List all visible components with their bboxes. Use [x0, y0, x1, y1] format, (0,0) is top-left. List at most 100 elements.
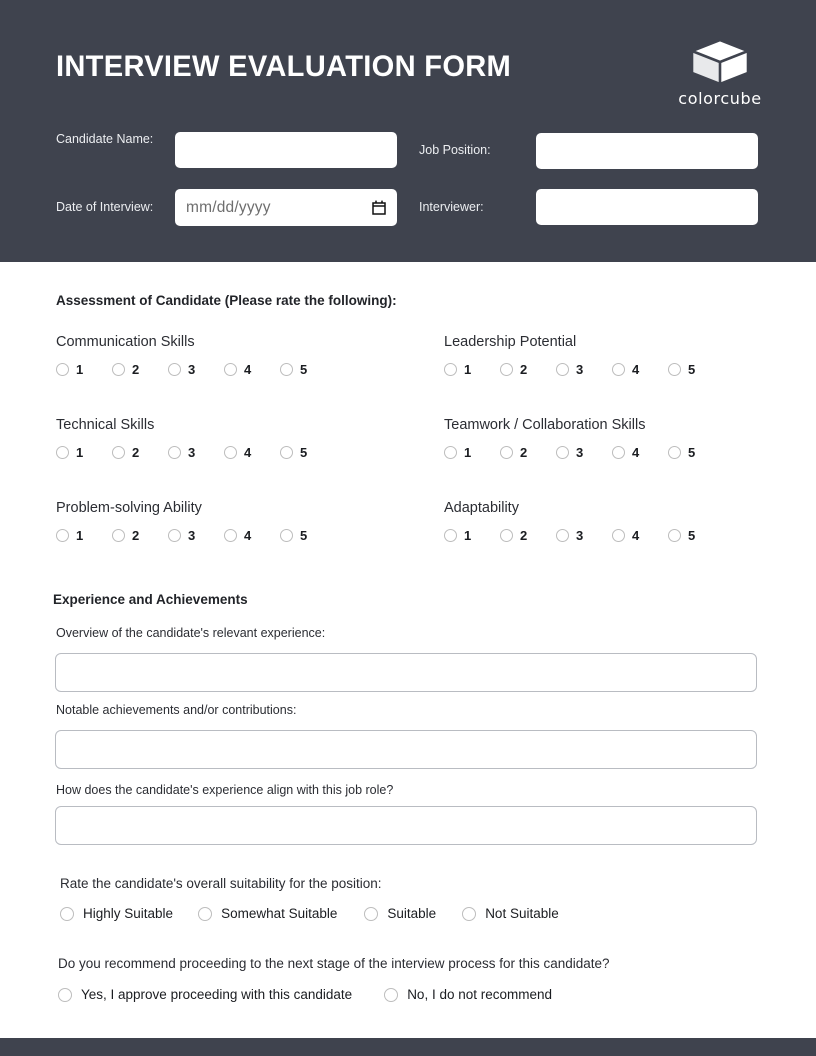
radio-icon[interactable]	[444, 363, 457, 376]
choice-option[interactable]: Yes, I approve proceeding with this cand…	[58, 987, 352, 1002]
rating-option[interactable]: 4	[612, 445, 668, 460]
rating-option[interactable]: 2	[500, 528, 556, 543]
rating-option-label: 3	[576, 528, 584, 543]
rating-option-label: 4	[632, 445, 640, 460]
rating-group: Communication Skills 1 2 3 4 5	[56, 334, 336, 377]
radio-icon[interactable]	[280, 446, 293, 459]
rating-option[interactable]: 1	[56, 362, 112, 377]
radio-icon[interactable]	[224, 529, 237, 542]
radio-icon[interactable]	[280, 363, 293, 376]
radio-icon[interactable]	[500, 446, 513, 459]
rating-option-label: 5	[300, 528, 308, 543]
radio-icon[interactable]	[56, 363, 69, 376]
calendar-icon[interactable]	[372, 200, 386, 215]
rating-option[interactable]: 3	[168, 362, 224, 377]
radio-icon[interactable]	[56, 529, 69, 542]
rating-option[interactable]: 5	[668, 528, 724, 543]
radio-icon[interactable]	[364, 906, 379, 921]
rating-option[interactable]: 3	[556, 362, 612, 377]
radio-icon[interactable]	[556, 446, 569, 459]
candidate-name-label: Candidate Name:	[56, 132, 154, 146]
rating-option[interactable]: 2	[112, 362, 168, 377]
rating-option[interactable]: 2	[112, 445, 168, 460]
rating-option[interactable]: 5	[668, 362, 724, 377]
rating-option-label: 5	[688, 528, 696, 543]
radio-icon[interactable]	[462, 906, 477, 921]
rating-option[interactable]: 4	[612, 362, 668, 377]
rating-option[interactable]: 4	[224, 362, 280, 377]
choice-option[interactable]: Highly Suitable	[60, 906, 173, 921]
radio-icon[interactable]	[500, 529, 513, 542]
rating-option[interactable]: 2	[112, 528, 168, 543]
rating-option-label: 3	[188, 528, 196, 543]
rating-option[interactable]: 2	[500, 445, 556, 460]
radio-icon[interactable]	[112, 446, 125, 459]
recommendation-question: Do you recommend proceeding to the next …	[58, 956, 610, 971]
rating-option-label: 1	[76, 528, 84, 543]
radio-icon[interactable]	[168, 363, 181, 376]
choice-option-label: Yes, I approve proceeding with this cand…	[81, 987, 353, 1002]
rating-option[interactable]: 1	[444, 528, 500, 543]
rating-option[interactable]: 4	[612, 528, 668, 543]
radio-icon[interactable]	[112, 529, 125, 542]
rating-group: Technical Skills 1 2 3 4 5	[56, 417, 336, 460]
radio-icon[interactable]	[556, 529, 569, 542]
rating-option[interactable]: 4	[224, 445, 280, 460]
rating-option[interactable]: 4	[224, 528, 280, 543]
radio-icon[interactable]	[612, 363, 625, 376]
rating-group-title: Communication Skills	[56, 334, 195, 350]
rating-option[interactable]: 3	[556, 445, 612, 460]
rating-option[interactable]: 2	[500, 362, 556, 377]
rating-option[interactable]: 1	[444, 362, 500, 377]
rating-option[interactable]: 1	[56, 528, 112, 543]
rating-option[interactable]: 3	[168, 445, 224, 460]
radio-icon[interactable]	[612, 446, 625, 459]
rating-option[interactable]: 5	[280, 528, 336, 543]
choice-option[interactable]: Suitable	[364, 906, 436, 921]
radio-icon[interactable]	[60, 906, 74, 921]
radio-icon[interactable]	[668, 446, 681, 459]
rating-group-title: Technical Skills	[56, 417, 155, 433]
experience-question-1-input[interactable]	[55, 653, 757, 692]
radio-icon[interactable]	[112, 363, 125, 376]
rating-option[interactable]: 1	[444, 445, 500, 460]
rating-option[interactable]: 3	[168, 528, 224, 543]
rating-option[interactable]: 5	[280, 362, 336, 377]
radio-icon[interactable]	[384, 987, 399, 1002]
radio-icon[interactable]	[280, 529, 293, 542]
rating-option[interactable]: 5	[280, 445, 336, 460]
brand-logo: colorcube	[672, 38, 768, 108]
radio-icon[interactable]	[58, 987, 72, 1002]
form-footer	[0, 1038, 816, 1056]
radio-icon[interactable]	[168, 446, 181, 459]
radio-icon[interactable]	[556, 363, 569, 376]
choice-option[interactable]: Not Suitable	[462, 906, 559, 921]
candidate-name-input[interactable]	[175, 132, 397, 168]
rating-option-label: 3	[576, 362, 584, 377]
radio-icon[interactable]	[224, 363, 237, 376]
rating-option[interactable]: 5	[668, 445, 724, 460]
choice-option[interactable]: No, I do not recommend	[384, 987, 552, 1002]
rating-group: Adaptability 1 2 3 4 5	[444, 500, 724, 543]
date-of-interview-input[interactable]: mm/dd/yyyy	[175, 189, 397, 226]
rating-option[interactable]: 1	[56, 445, 112, 460]
experience-question-1-label: Overview of the candidate's relevant exp…	[56, 626, 326, 640]
radio-icon[interactable]	[168, 529, 181, 542]
radio-icon[interactable]	[444, 446, 457, 459]
experience-question-3-input[interactable]	[55, 806, 757, 845]
radio-icon[interactable]	[198, 906, 213, 921]
radio-icon[interactable]	[224, 446, 237, 459]
rating-group: Teamwork / Collaboration Skills 1 2 3 4 5	[444, 417, 724, 460]
radio-icon[interactable]	[668, 363, 681, 376]
interviewer-input[interactable]	[536, 189, 758, 225]
job-position-input[interactable]	[536, 133, 758, 169]
rating-option-label: 5	[688, 445, 696, 460]
radio-icon[interactable]	[444, 529, 457, 542]
experience-question-2-input[interactable]	[55, 730, 757, 769]
radio-icon[interactable]	[56, 446, 69, 459]
radio-icon[interactable]	[612, 529, 625, 542]
rating-option[interactable]: 3	[556, 528, 612, 543]
radio-icon[interactable]	[668, 529, 681, 542]
radio-icon[interactable]	[500, 363, 513, 376]
choice-option[interactable]: Somewhat Suitable	[198, 906, 337, 921]
